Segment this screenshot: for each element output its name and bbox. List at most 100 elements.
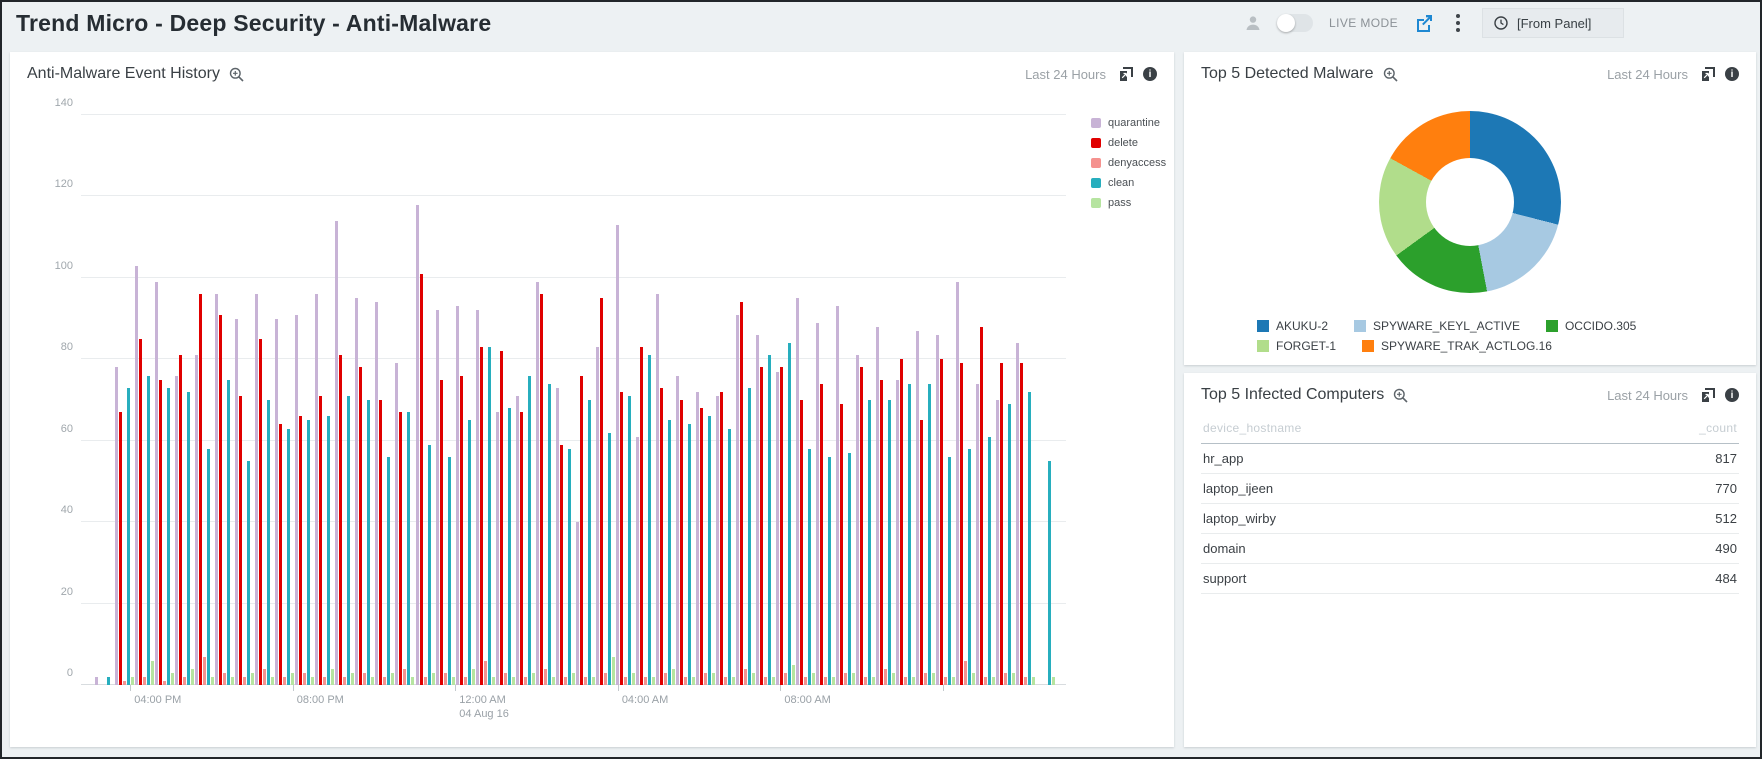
y-axis-label: 100 xyxy=(29,260,73,272)
bar-clean xyxy=(848,453,851,685)
bar-clean xyxy=(908,384,911,685)
toggle-knob xyxy=(1277,14,1295,32)
bar-group[interactable] xyxy=(696,115,715,685)
bar-group[interactable] xyxy=(95,115,114,685)
panel-top-computers: Top 5 Infected Computers Last 24 Hours i xyxy=(1184,373,1756,747)
cell-hostname: support xyxy=(1203,571,1246,586)
time-range-input[interactable]: [From Panel] xyxy=(1482,8,1624,38)
bar-pass xyxy=(191,669,194,685)
table-row[interactable]: support484 xyxy=(1201,564,1739,594)
bar-group[interactable] xyxy=(896,115,915,685)
bar-group[interactable] xyxy=(195,115,214,685)
bar-group[interactable] xyxy=(856,115,875,685)
legend-item[interactable]: SPYWARE_KEYL_ACTIVE xyxy=(1354,319,1520,333)
bar-group[interactable] xyxy=(796,115,815,685)
legend-item[interactable]: quarantine xyxy=(1091,117,1166,129)
bar-group[interactable] xyxy=(315,115,334,685)
bar-group[interactable] xyxy=(496,115,515,685)
bar-group[interactable] xyxy=(155,115,174,685)
bar-group[interactable] xyxy=(576,115,595,685)
bar-group[interactable] xyxy=(375,115,394,685)
bar-group[interactable] xyxy=(936,115,955,685)
bar-group[interactable] xyxy=(355,115,374,685)
legend-item[interactable]: OCCIDO.305 xyxy=(1546,319,1636,333)
more-options-menu-icon[interactable] xyxy=(1450,12,1466,34)
zoom-in-icon[interactable] xyxy=(1393,388,1408,403)
open-in-new-icon[interactable] xyxy=(1701,67,1716,82)
zoom-in-icon[interactable] xyxy=(1383,67,1398,82)
open-in-new-icon[interactable] xyxy=(1119,67,1134,82)
bar-group[interactable] xyxy=(656,115,675,685)
bar-pass xyxy=(391,673,394,685)
bar-delete xyxy=(1000,363,1003,685)
x-tick-mark xyxy=(455,685,456,691)
bar-group[interactable] xyxy=(876,115,895,685)
legend-item[interactable]: FORGET-1 xyxy=(1257,339,1336,353)
bar-group[interactable] xyxy=(916,115,935,685)
legend-item[interactable]: SPYWARE_TRAK_ACTLOG.16 xyxy=(1362,339,1552,353)
bar-group[interactable] xyxy=(556,115,575,685)
bar-group[interactable] xyxy=(436,115,455,685)
table-row[interactable]: laptop_ijeen770 xyxy=(1201,474,1739,504)
bar-group[interactable] xyxy=(175,115,194,685)
table-row[interactable]: hr_app817 xyxy=(1201,444,1739,474)
table-row[interactable]: laptop_wirby512 xyxy=(1201,504,1739,534)
bar-group[interactable] xyxy=(135,115,154,685)
bar-group[interactable] xyxy=(816,115,835,685)
top-malware-donut-chart[interactable] xyxy=(1379,111,1561,293)
bar-group[interactable] xyxy=(596,115,615,685)
bar-group[interactable] xyxy=(235,115,254,685)
column-header-count: _count xyxy=(1699,421,1737,435)
bar-group[interactable] xyxy=(395,115,414,685)
bar-group[interactable] xyxy=(636,115,655,685)
bar-group[interactable] xyxy=(215,115,234,685)
bar-quarantine xyxy=(876,327,879,685)
bar-group[interactable] xyxy=(616,115,635,685)
info-icon[interactable]: i xyxy=(1143,67,1157,81)
bar-denyaccess xyxy=(464,677,467,685)
info-icon[interactable]: i xyxy=(1725,388,1739,402)
bar-group[interactable] xyxy=(716,115,735,685)
bar-group[interactable] xyxy=(956,115,975,685)
legend-item[interactable]: clean xyxy=(1091,177,1166,189)
legend-item[interactable]: delete xyxy=(1091,137,1166,149)
bar-group[interactable] xyxy=(736,115,755,685)
bar-group[interactable] xyxy=(275,115,294,685)
bar-clean xyxy=(147,376,150,685)
bar-group[interactable] xyxy=(836,115,855,685)
bar-group[interactable] xyxy=(536,115,555,685)
legend-item[interactable]: pass xyxy=(1091,197,1166,209)
cell-hostname: domain xyxy=(1203,541,1246,556)
bar-group[interactable] xyxy=(676,115,695,685)
bar-group[interactable] xyxy=(976,115,995,685)
bar-group[interactable] xyxy=(456,115,475,685)
bar-group[interactable] xyxy=(476,115,495,685)
info-icon[interactable]: i xyxy=(1725,67,1739,81)
live-mode-toggle[interactable] xyxy=(1277,14,1313,32)
bar-denyaccess xyxy=(744,669,747,685)
table-row[interactable]: domain490 xyxy=(1201,534,1739,564)
bar-group[interactable] xyxy=(1016,115,1035,685)
right-column: Top 5 Detected Malware Last 24 Hours i xyxy=(1184,52,1756,747)
bar-group[interactable] xyxy=(996,115,1015,685)
bar-group[interactable] xyxy=(115,115,134,685)
bar-pass xyxy=(452,677,455,685)
share-icon[interactable] xyxy=(1414,13,1434,33)
bar-pass xyxy=(151,661,154,685)
legend-item[interactable]: AKUKU-2 xyxy=(1257,319,1328,333)
bar-group[interactable] xyxy=(255,115,274,685)
bar-group[interactable] xyxy=(756,115,775,685)
panel-header-actions: Last 24 Hours i xyxy=(1607,388,1739,403)
bar-group[interactable] xyxy=(295,115,314,685)
open-in-new-icon[interactable] xyxy=(1701,388,1716,403)
bar-group[interactable] xyxy=(516,115,535,685)
bar-group[interactable] xyxy=(1036,115,1055,685)
bar-group[interactable] xyxy=(416,115,435,685)
panel-header-actions: Last 24 Hours i xyxy=(1607,67,1739,82)
zoom-in-icon[interactable] xyxy=(229,67,244,82)
bar-delete xyxy=(119,412,122,685)
bar-group[interactable] xyxy=(776,115,795,685)
bar-group[interactable] xyxy=(335,115,354,685)
legend-item[interactable]: denyaccess xyxy=(1091,157,1166,169)
bar-denyaccess xyxy=(343,677,346,685)
